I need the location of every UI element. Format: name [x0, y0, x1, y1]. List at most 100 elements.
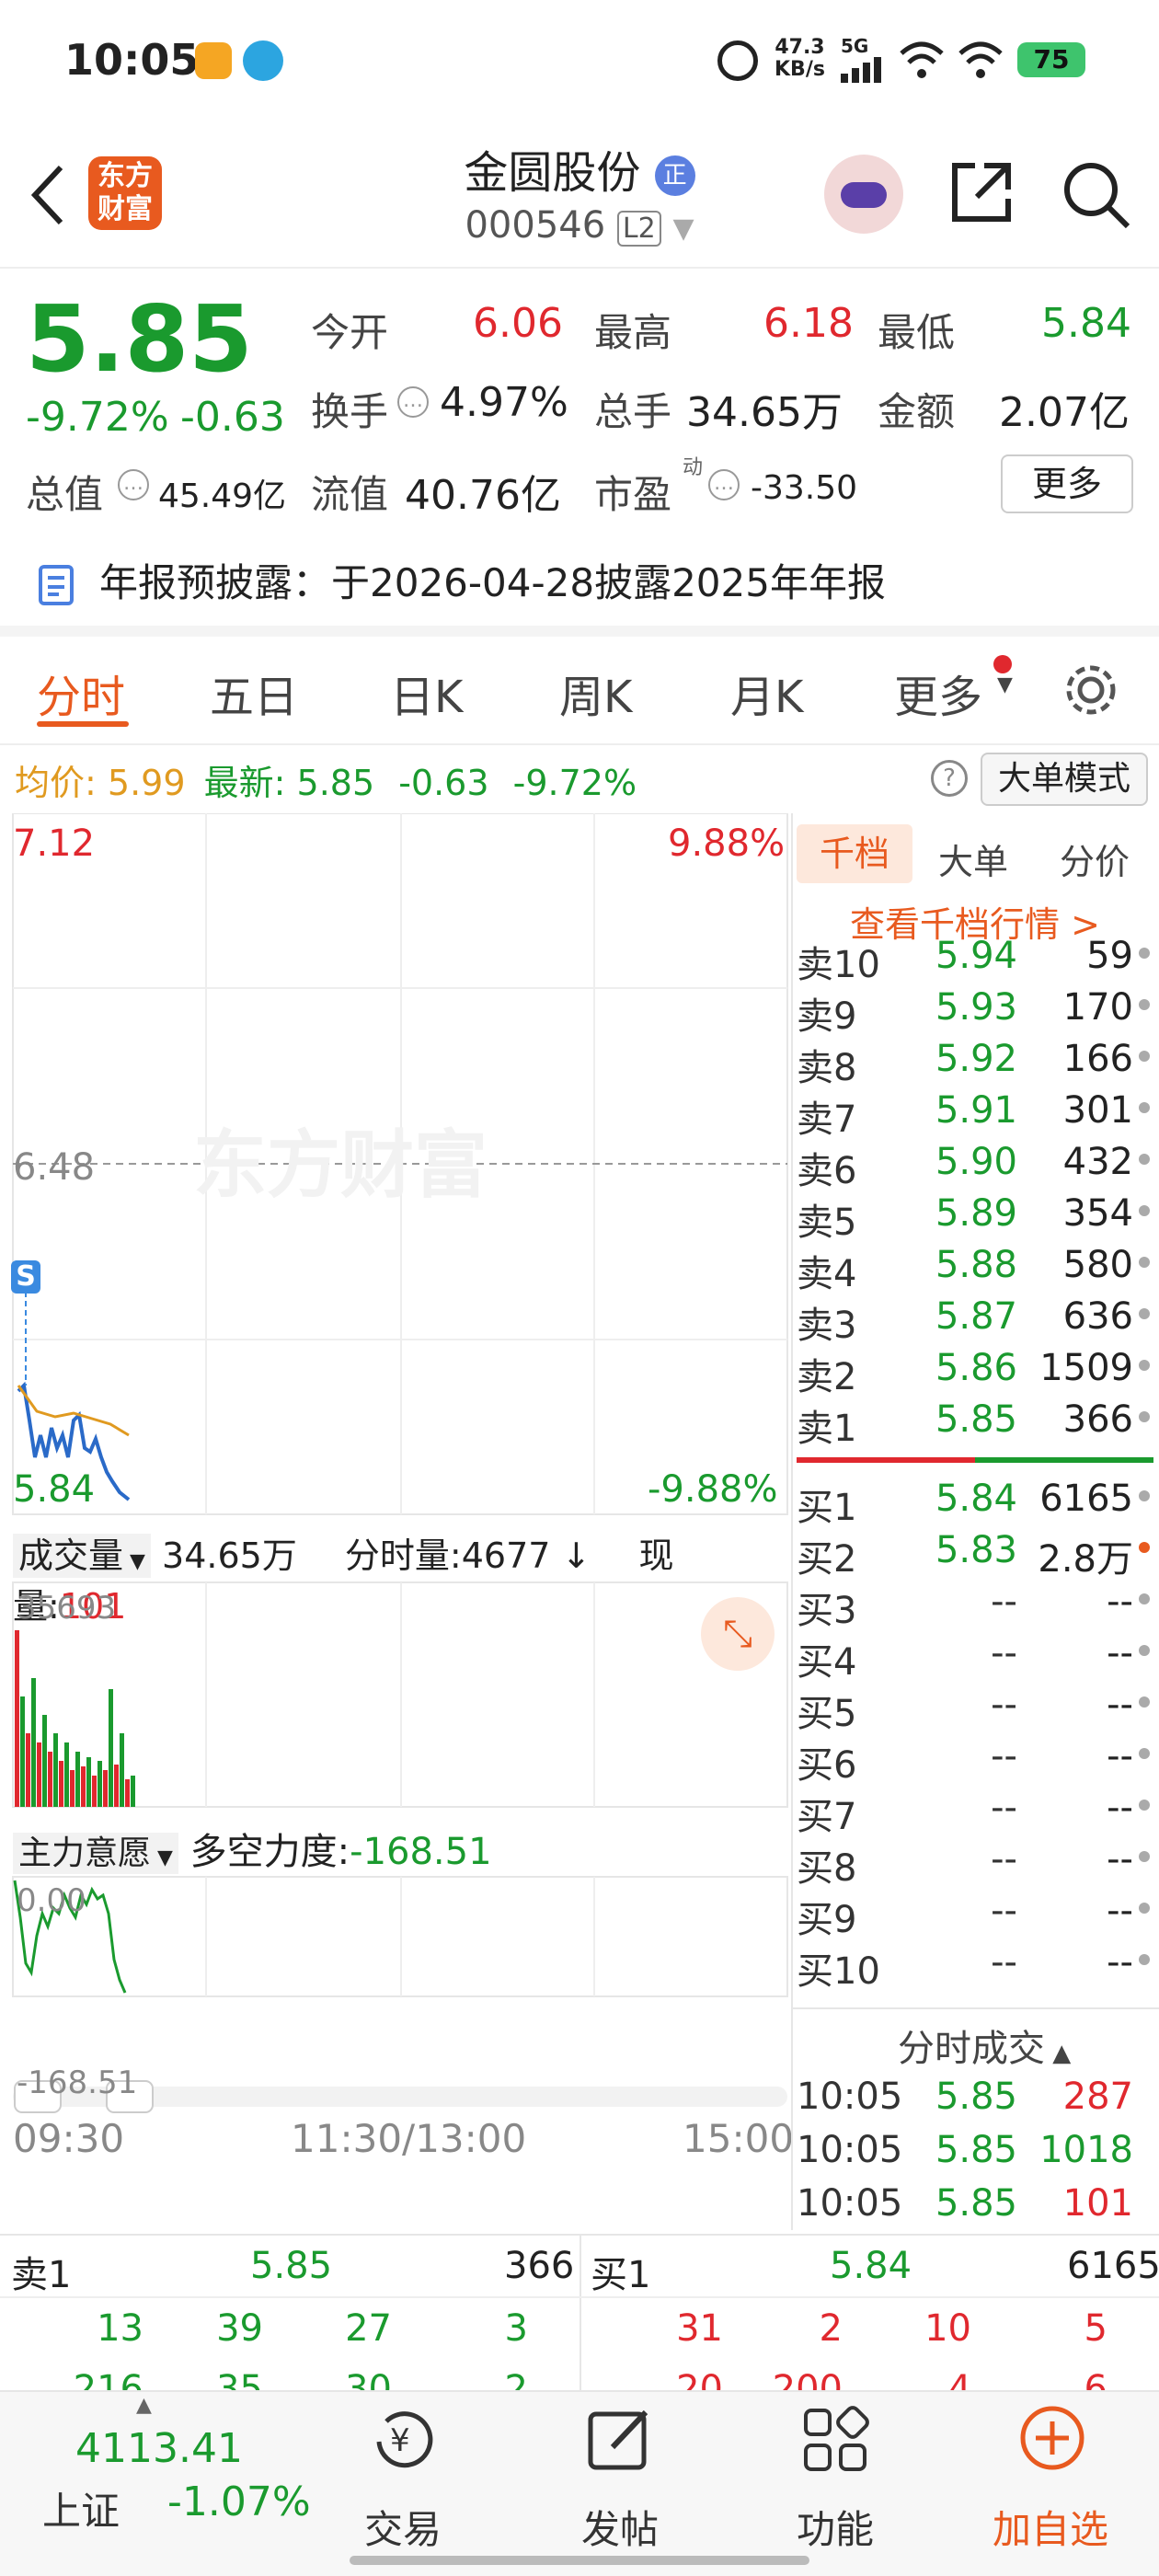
- pe-value: -33.50: [751, 469, 858, 507]
- help-icon[interactable]: ?: [931, 760, 968, 797]
- mktcap-info-icon[interactable]: …: [118, 469, 149, 500]
- tabs-divider: [0, 743, 1159, 745]
- back-arrow-icon[interactable]: [26, 162, 70, 228]
- bid-dot: [1139, 1954, 1150, 1965]
- tab-weekly-k[interactable]: 周K: [559, 661, 632, 725]
- ask-row[interactable]: 卖6 5.90 432: [797, 1141, 1155, 1192]
- index-name[interactable]: 上证: [42, 2480, 120, 2536]
- trade-icon[interactable]: ¥: [368, 2405, 438, 2475]
- trade-price: 5.85: [935, 2182, 1017, 2225]
- ask-row[interactable]: 卖7 5.91 301: [797, 1089, 1155, 1141]
- big-order-mode-button[interactable]: 大单模式: [981, 753, 1148, 806]
- trades-title[interactable]: 分时成交 ▲: [898, 2018, 1071, 2072]
- ob-tab-thousand[interactable]: 千档: [797, 824, 912, 883]
- ai-assistant-icon[interactable]: [824, 155, 903, 234]
- ob-section-divider: [793, 2007, 1159, 2009]
- indicator-dropdown-label: 主力意愿: [18, 1834, 152, 1872]
- bid-volume: --: [1107, 1890, 1133, 1932]
- expand-chart-icon[interactable]: ⤡: [701, 1597, 775, 1671]
- bid-row[interactable]: 买2 5.83 2.8万: [797, 1529, 1155, 1581]
- ask-row[interactable]: 卖8 5.92 166: [797, 1038, 1155, 1089]
- ask-row[interactable]: 卖3 5.87 636: [797, 1295, 1155, 1347]
- ob-tab-big[interactable]: 大单: [938, 834, 1008, 884]
- tab-daily-k[interactable]: 日K: [390, 661, 463, 725]
- nav-post[interactable]: 发帖: [546, 2499, 694, 2555]
- indicator-dropdown[interactable]: 主力意愿 ▼: [13, 1833, 178, 1874]
- ask-row[interactable]: 卖1 5.85 366: [797, 1398, 1155, 1450]
- mktcap-label: 总值: [26, 472, 104, 517]
- volume-dropdown[interactable]: 成交量 ▼: [13, 1534, 151, 1578]
- signal-marker-label[interactable]: S: [13, 1260, 39, 1293]
- telegram-icon: [243, 40, 283, 81]
- indicator-bottom: -168.51: [17, 2064, 138, 2101]
- buy-queue-item: 10: [924, 2307, 971, 2350]
- ob-tab-thousand-label: 千档: [819, 834, 889, 874]
- wifi-icon: [900, 41, 944, 78]
- ask-row[interactable]: 卖10 5.94 59: [797, 935, 1155, 986]
- share-icon[interactable]: [947, 158, 1016, 226]
- bid-row[interactable]: 买4 -- --: [797, 1632, 1155, 1684]
- ask-volume: 166: [1062, 1038, 1133, 1080]
- search-icon[interactable]: [1060, 158, 1133, 232]
- bottom-buy-label: 买1: [591, 2254, 651, 2296]
- logo-text-bottom: 财富: [98, 193, 153, 225]
- ask-row[interactable]: 卖4 5.88 580: [797, 1244, 1155, 1295]
- nav-add-watchlist[interactable]: 加自选: [977, 2499, 1124, 2555]
- post-edit-icon[interactable]: [585, 2405, 655, 2475]
- stock-name-wrap: 金圆股份 正: [350, 136, 809, 201]
- cell-signal-icon: [841, 57, 881, 83]
- bid-row[interactable]: 买3 -- --: [797, 1581, 1155, 1632]
- sell-queue-item: 3: [504, 2307, 528, 2350]
- header-divider: [0, 267, 1159, 269]
- bid-dot: [1139, 1645, 1150, 1656]
- volume-dropdown-label: 成交量: [18, 1535, 124, 1576]
- wifi-icon-2: [958, 41, 1003, 78]
- add-watchlist-icon[interactable]: [1017, 2403, 1087, 2473]
- ask-label: 卖10: [797, 944, 880, 986]
- more-button[interactable]: 更多: [1001, 454, 1133, 513]
- ask-price: 5.91: [935, 1089, 1017, 1132]
- ask-label: 卖2: [797, 1356, 857, 1398]
- trade-volume: 1018: [1039, 2129, 1133, 2171]
- ask-price: 5.88: [935, 1244, 1017, 1286]
- index-value[interactable]: 4113.41: [75, 2425, 243, 2472]
- ask-row[interactable]: 卖5 5.89 354: [797, 1192, 1155, 1244]
- bid-row[interactable]: 买10 -- --: [797, 1941, 1155, 1993]
- bottom-book-mid-line: [580, 2236, 581, 2392]
- nav-trade[interactable]: 交易: [329, 2499, 476, 2555]
- bid-row[interactable]: 买5 -- --: [797, 1684, 1155, 1735]
- settings-gear-icon[interactable]: [1061, 661, 1120, 719]
- bid-row[interactable]: 买7 -- --: [797, 1787, 1155, 1838]
- ask-dot: [1139, 1411, 1150, 1422]
- bid-volume: 2.8万: [1038, 1538, 1133, 1581]
- report-notice[interactable]: 年报预披露：于2026-04-28披露2025年年报: [99, 552, 886, 608]
- bid-volume: --: [1107, 1941, 1133, 1984]
- net-speed-value: 47.3: [775, 36, 825, 59]
- ask-row[interactable]: 卖9 5.93 170: [797, 986, 1155, 1038]
- tab-monthly-k[interactable]: 月K: [730, 661, 803, 725]
- ob-tab-price[interactable]: 分价: [1060, 834, 1130, 884]
- nav-features[interactable]: 功能: [762, 2499, 909, 2555]
- volume-header: 成交量 ▼ 34.65万 分时量:4677 ↓ 现量:101: [13, 1527, 786, 1628]
- bid-row[interactable]: 买9 -- --: [797, 1890, 1155, 1941]
- tab-intraday[interactable]: 分时: [37, 661, 125, 725]
- bid-row[interactable]: 买6 -- --: [797, 1735, 1155, 1787]
- ask-row[interactable]: 卖2 5.86 1509: [797, 1347, 1155, 1398]
- ask-volume: 170: [1062, 986, 1133, 1029]
- stock-code-wrap[interactable]: 000546 L2 ▼: [396, 204, 763, 247]
- pe-info-icon[interactable]: …: [708, 469, 740, 500]
- features-grid-icon[interactable]: [800, 2405, 870, 2475]
- bid-row[interactable]: 买8 -- --: [797, 1838, 1155, 1890]
- tab-five-day[interactable]: 五日: [210, 661, 298, 725]
- tab-more[interactable]: 更多: [894, 661, 982, 725]
- trade-price: 5.85: [935, 2076, 1017, 2118]
- turnover-info-icon[interactable]: …: [397, 386, 429, 418]
- section-separator: [0, 626, 1159, 637]
- volume-label: 总手: [594, 389, 672, 434]
- bid-volume: --: [1107, 1838, 1133, 1880]
- bid-row[interactable]: 买1 5.84 6165: [797, 1478, 1155, 1529]
- ask-volume: 1509: [1039, 1347, 1133, 1389]
- index-pct[interactable]: -1.07%: [167, 2478, 311, 2525]
- tab-more-caret-icon: ▼: [997, 673, 1013, 696]
- bid-price: --: [991, 1684, 1017, 1726]
